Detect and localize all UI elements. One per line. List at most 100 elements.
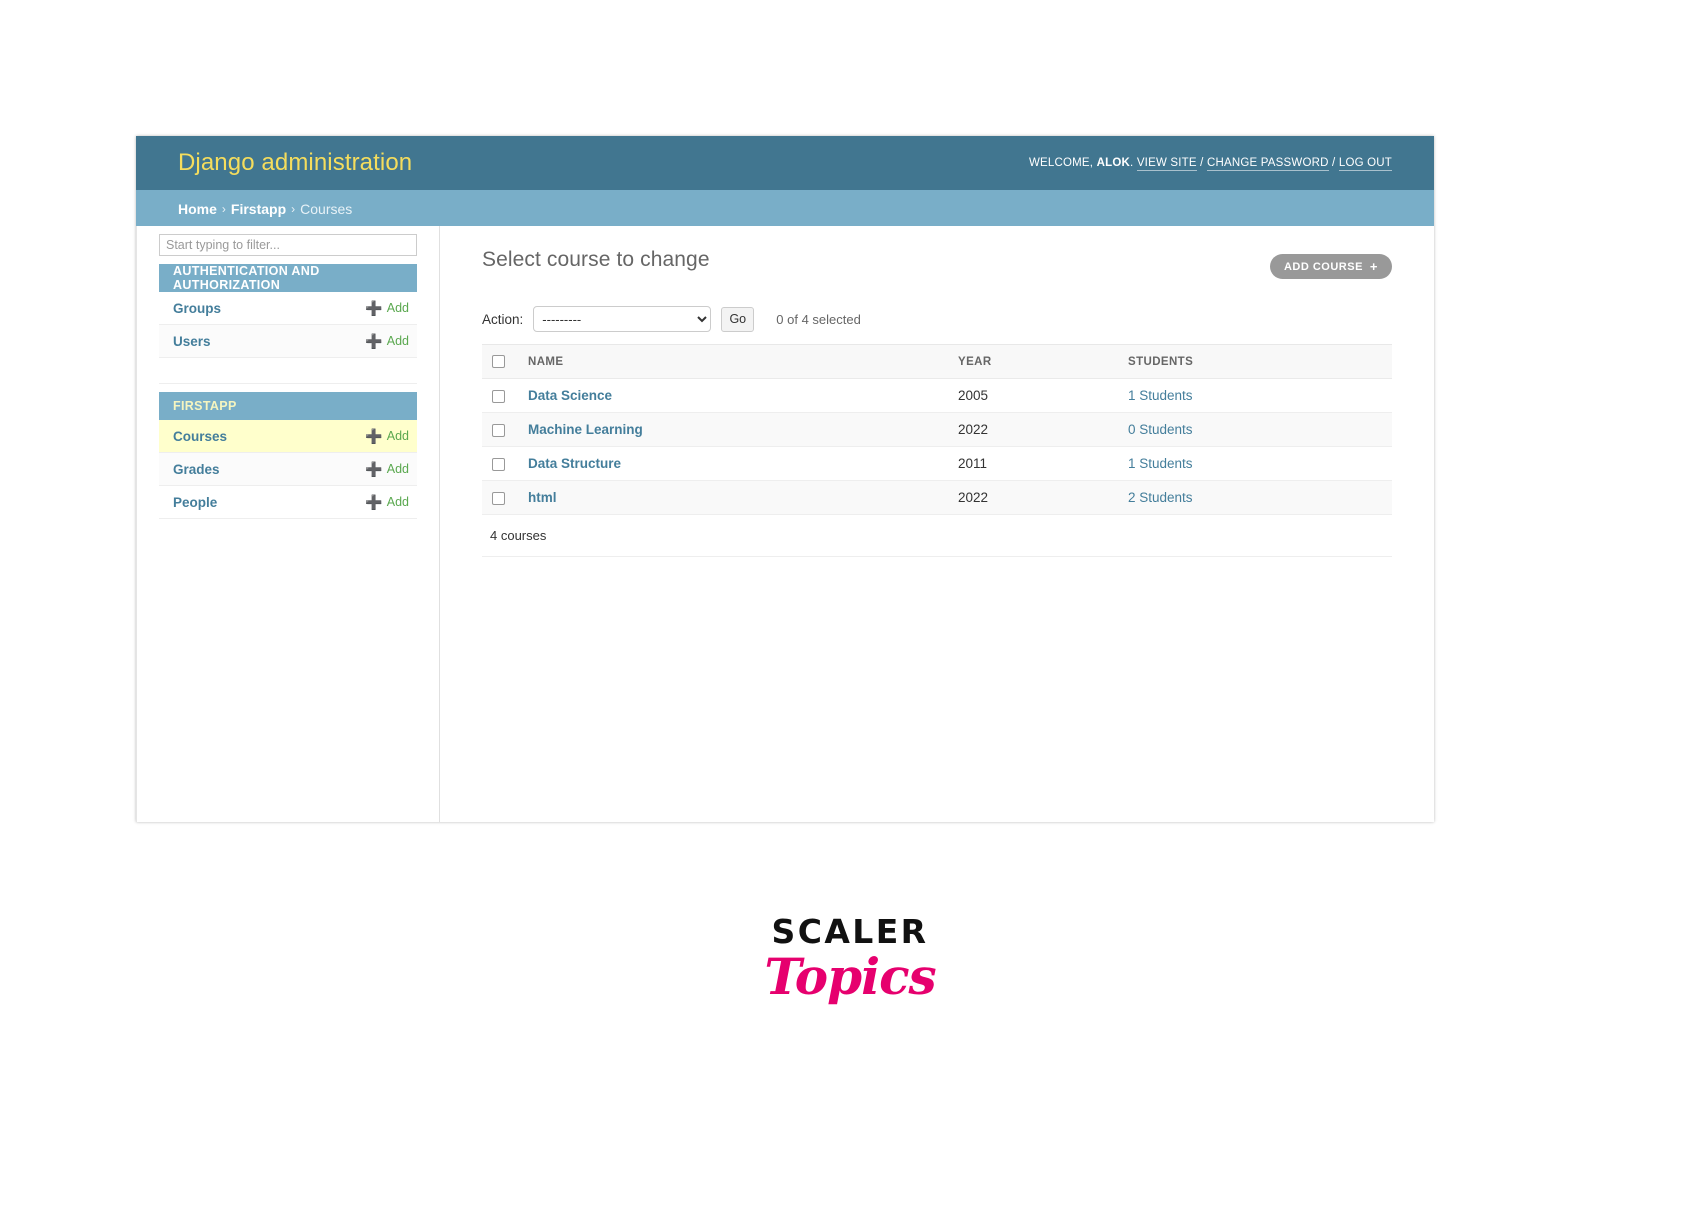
nav-sidebar: AUTHENTICATION AND AUTHORIZATION Groups … [136, 226, 440, 822]
sidebar-item-people[interactable]: People ➕ Add [159, 486, 417, 519]
breadcrumb-separator-1: › [221, 201, 226, 216]
sidebar-item-grades[interactable]: Grades ➕ Add [159, 453, 417, 486]
results-table: NAME YEAR STUDENTS Data Science 2005 1 S… [482, 344, 1392, 515]
row-checkbox[interactable] [492, 389, 505, 403]
action-bar: Action: --------- Go 0 of 4 selected [482, 306, 1392, 344]
plus-icon: ➕ [365, 428, 383, 444]
table-row[interactable]: Data Science 2005 1 Students [482, 378, 1392, 413]
table-row[interactable]: html 2022 2 Students [482, 480, 1392, 515]
add-courses-link[interactable]: ➕ Add [365, 429, 409, 443]
user-tools: WELCOME, ALOK. VIEW SITE / CHANGE PASSWO… [1028, 157, 1392, 171]
course-link[interactable]: html [528, 490, 557, 505]
row-name-cell: Data Science [520, 378, 950, 413]
add-people-label: Add [386, 495, 409, 509]
action-select[interactable]: --------- [533, 306, 712, 332]
go-button[interactable]: Go [721, 306, 755, 332]
main-container: « AUTHENTICATION AND AUTHORIZATION Group… [136, 226, 1434, 822]
column-header-year[interactable]: YEAR [950, 344, 1120, 379]
view-site-link[interactable]: VIEW SITE [1136, 157, 1197, 171]
screenshot-canvas: Django administration WELCOME, ALOK. VIE… [0, 0, 1700, 1210]
scaler-topics-logo: SCALER Topics [0, 915, 1700, 1002]
students-count: 0 Students [1128, 422, 1193, 437]
sidebar-item-users-label[interactable]: Users [173, 334, 211, 349]
row-select-cell [482, 480, 520, 515]
column-header-name[interactable]: NAME [520, 344, 950, 379]
content-main: Select course to change ADD COURSE + Act… [440, 226, 1434, 822]
row-year-cell: 2022 [950, 412, 1120, 447]
app-caption-firstapp[interactable]: FIRSTAPP [159, 392, 417, 420]
row-name-cell: html [520, 480, 950, 515]
plus-icon: + [1369, 259, 1378, 274]
add-course-button[interactable]: ADD COURSE + [1269, 254, 1392, 279]
column-header-students[interactable]: STUDENTS [1120, 344, 1392, 379]
row-year-cell: 2011 [950, 446, 1120, 481]
app-module-firstapp: FIRSTAPP Courses ➕ Add Grades ➕ Add Peop… [159, 392, 417, 519]
course-link[interactable]: Data Science [528, 388, 612, 403]
username-label: ALOK [1096, 157, 1130, 169]
site-header: Django administration WELCOME, ALOK. VIE… [136, 136, 1434, 190]
object-tools: ADD COURSE + [1269, 254, 1392, 279]
row-students-cell: 1 Students [1120, 378, 1392, 413]
row-year-cell: 2005 [950, 378, 1120, 413]
add-courses-label: Add [386, 429, 409, 443]
table-row[interactable]: Machine Learning 2022 0 Students [482, 412, 1392, 447]
course-link[interactable]: Data Structure [528, 456, 621, 471]
welcome-text: WELCOME, [1028, 157, 1094, 169]
row-students-cell: 2 Students [1120, 480, 1392, 515]
row-students-cell: 0 Students [1120, 412, 1392, 447]
row-checkbox[interactable] [492, 491, 505, 505]
logo-topics-text: Topics [764, 947, 936, 1006]
add-grades-link[interactable]: ➕ Add [365, 462, 409, 476]
breadcrumb-firstapp[interactable]: Firstapp [231, 201, 286, 217]
sidebar-filter-input[interactable] [159, 234, 417, 256]
add-groups-link[interactable]: ➕ Add [365, 301, 409, 315]
username-period: . [1130, 157, 1134, 169]
row-name-cell: Data Structure [520, 446, 950, 481]
django-admin-window: Django administration WELCOME, ALOK. VIE… [136, 136, 1434, 822]
plus-icon: ➕ [365, 494, 383, 510]
sidebar-item-people-label[interactable]: People [173, 495, 217, 510]
select-all-checkbox[interactable] [492, 355, 505, 368]
breadcrumb-home[interactable]: Home [178, 201, 217, 217]
user-tools-separator-2: / [1332, 157, 1336, 169]
page-title: Select course to change [482, 248, 710, 271]
add-people-link[interactable]: ➕ Add [365, 495, 409, 509]
module-spacer [159, 358, 417, 384]
sidebar-item-grades-label[interactable]: Grades [173, 462, 220, 477]
change-password-link[interactable]: CHANGE PASSWORD [1206, 157, 1329, 171]
app-caption-auth[interactable]: AUTHENTICATION AND AUTHORIZATION [159, 264, 417, 292]
action-label: Action: [482, 311, 524, 327]
row-year-cell: 2022 [950, 480, 1120, 515]
sidebar-item-groups-label[interactable]: Groups [173, 301, 221, 316]
row-select-cell [482, 378, 520, 413]
add-users-label: Add [386, 334, 409, 348]
logo-scaler-text: SCALER [771, 912, 929, 951]
course-link[interactable]: Machine Learning [528, 422, 643, 437]
row-name-cell: Machine Learning [520, 412, 950, 447]
add-users-link[interactable]: ➕ Add [365, 334, 409, 348]
plus-icon: ➕ [365, 300, 383, 316]
students-count: 1 Students [1128, 388, 1193, 403]
students-count: 2 Students [1128, 490, 1193, 505]
results-table-head: NAME YEAR STUDENTS [482, 344, 1392, 379]
row-checkbox[interactable] [492, 423, 505, 437]
sidebar-item-courses-label[interactable]: Courses [173, 429, 227, 444]
user-tools-separator-1: / [1200, 157, 1204, 169]
breadcrumb-separator-2: › [291, 201, 296, 216]
app-module-auth: AUTHENTICATION AND AUTHORIZATION Groups … [159, 264, 417, 384]
sidebar-item-groups[interactable]: Groups ➕ Add [159, 292, 417, 325]
row-checkbox[interactable] [492, 457, 505, 471]
add-groups-label: Add [386, 301, 409, 315]
site-branding: Django administration [178, 149, 413, 176]
breadcrumb: Home › Firstapp › Courses [136, 190, 1434, 226]
table-row[interactable]: Data Structure 2011 1 Students [482, 446, 1392, 481]
add-course-button-label: ADD COURSE [1283, 260, 1363, 273]
row-select-cell [482, 412, 520, 447]
log-out-link[interactable]: LOG OUT [1338, 157, 1392, 171]
selection-counter: 0 of 4 selected [776, 311, 861, 327]
row-students-cell: 1 Students [1120, 446, 1392, 481]
sidebar-item-users[interactable]: Users ➕ Add [159, 325, 417, 358]
sidebar-item-courses[interactable]: Courses ➕ Add [159, 420, 417, 453]
add-grades-label: Add [386, 462, 409, 476]
paginator: 4 courses [482, 515, 1392, 557]
